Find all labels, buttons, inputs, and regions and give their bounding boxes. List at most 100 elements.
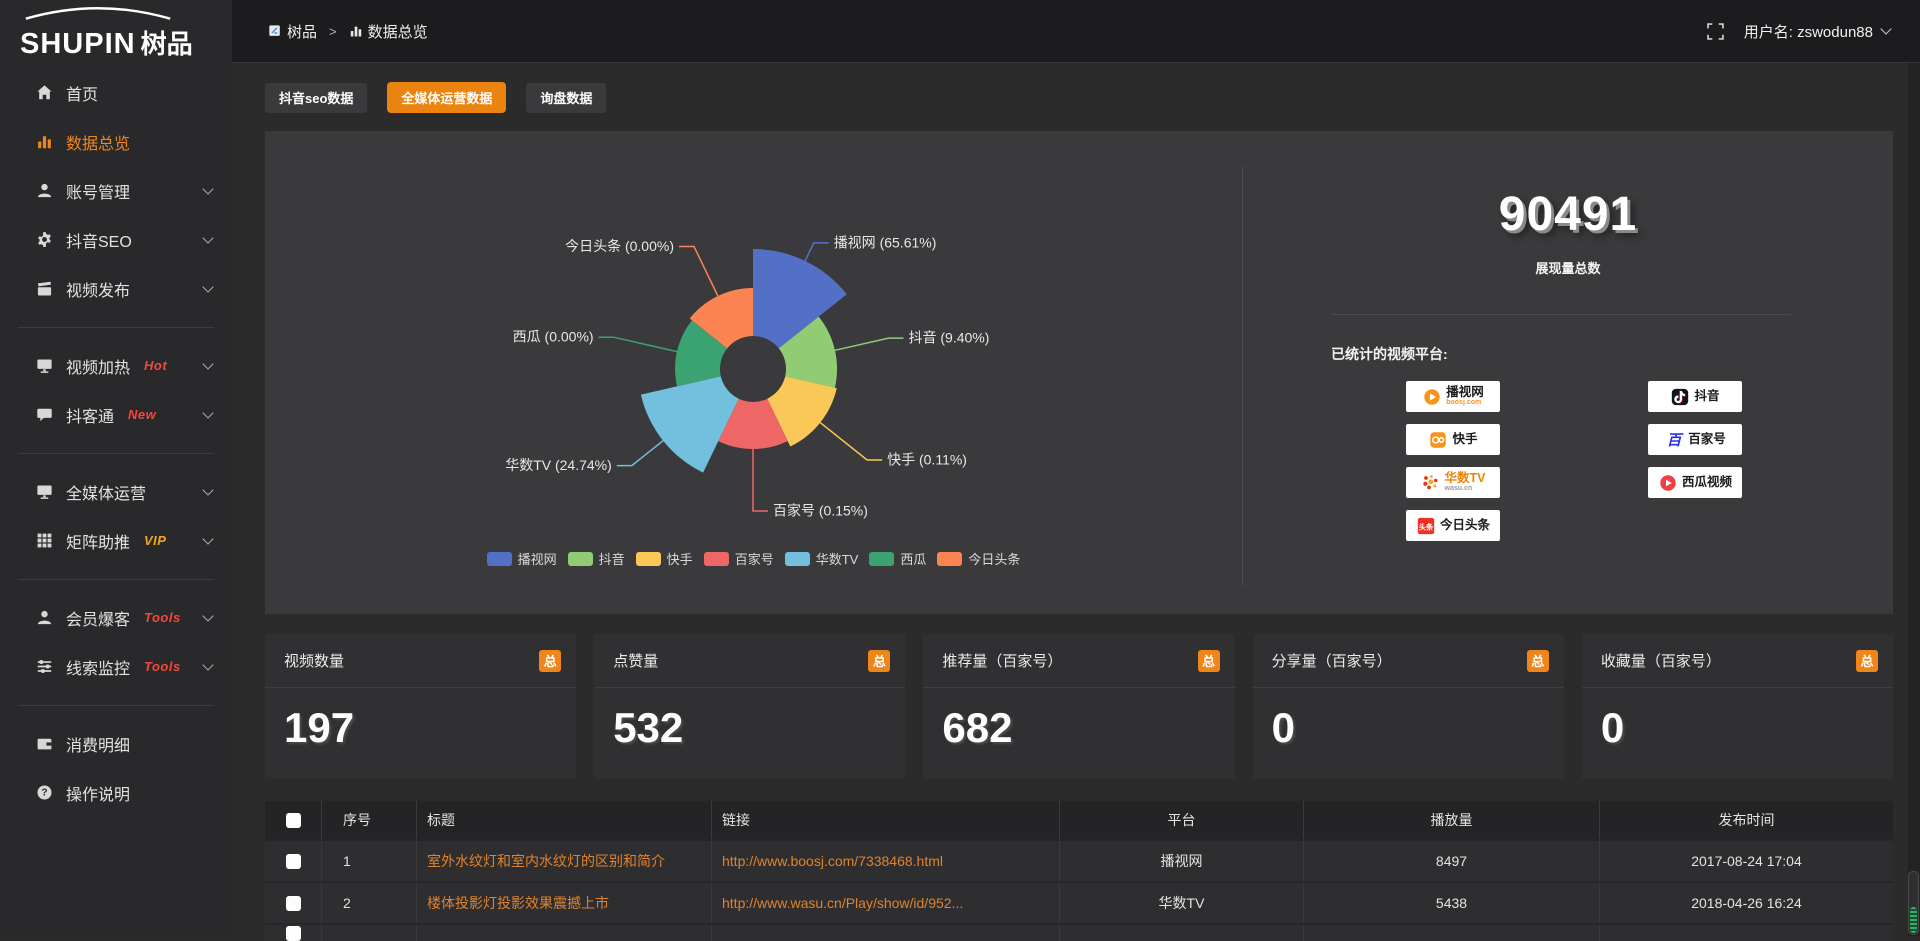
- chart-label: 西瓜 (0.00%): [513, 329, 594, 345]
- scrollbar-track[interactable]: [1908, 63, 1920, 936]
- stat-card-title: 分享量（百家号）: [1272, 650, 1392, 671]
- sidebar-item-badge: Tools: [144, 610, 181, 625]
- sidebar-item-2[interactable]: 数据总览: [0, 117, 232, 166]
- row-checkbox[interactable]: [286, 926, 301, 941]
- sidebar-item-9[interactable]: 矩阵助推 VIP: [0, 516, 232, 565]
- legend-item-快手[interactable]: 快手: [636, 549, 693, 568]
- row-cell: [1060, 925, 1304, 941]
- sidebar-item-7[interactable]: 抖客通New: [0, 390, 232, 439]
- username-label: 用户名: zswodun88: [1744, 21, 1873, 42]
- stat-card-title: 点赞量: [613, 650, 658, 671]
- sidebar-item-badge: New: [128, 407, 156, 422]
- table-header-row: 序号标题链接平台播放量发布时间: [265, 801, 1893, 841]
- sidebar-item-10[interactable]: 会员爆客Tools: [0, 593, 232, 642]
- logo-arc: [22, 6, 174, 20]
- total-badge[interactable]: 总: [868, 650, 890, 672]
- sidebar-divider: [0, 565, 232, 593]
- platform-sub: boosj.com: [1446, 399, 1481, 406]
- sidebar-item-label: 操作说明: [66, 781, 130, 805]
- legend-item-今日头条[interactable]: 今日头条: [937, 549, 1020, 568]
- sidebar: SHUPIN树品 首页数据总览账号管理抖音SEO视频发布视频加热Hot抖客通Ne…: [0, 0, 232, 936]
- sidebar-item-13[interactable]: ?操作说明: [0, 768, 232, 817]
- row-checkbox-cell: [265, 841, 322, 881]
- scrollbar-thumb[interactable]: [1908, 871, 1919, 935]
- breadcrumb-item-2[interactable]: 数据总览: [349, 21, 428, 42]
- breadcrumb-item-1[interactable]: 树品: [268, 21, 317, 42]
- legend-item-播视网[interactable]: 播视网: [487, 549, 557, 568]
- legend-item-百家号[interactable]: 百家号: [704, 549, 774, 568]
- chart-label-line: [820, 423, 882, 460]
- sidebar-item-5[interactable]: 视频发布: [0, 264, 232, 313]
- baijiahao-logo: 百: [1664, 430, 1684, 450]
- fullscreen-icon[interactable]: [1707, 23, 1724, 40]
- legend-item-华数TV[interactable]: 华数TV: [785, 549, 859, 568]
- sidebar-divider: [0, 691, 232, 719]
- legend-swatch: [785, 552, 810, 566]
- logo-suffix: 树品: [141, 29, 193, 59]
- table-header-cell: 链接: [712, 801, 1060, 839]
- chevron-down-icon: [202, 610, 213, 621]
- row-link[interactable]: http://www.wasu.cn/Play/show/id/952...: [712, 883, 1060, 923]
- sidebar-item-6[interactable]: 视频加热Hot: [0, 341, 232, 390]
- platform-badges-col-1: 播视网boosj.com快手华数TVwasu.cn头条今日头条: [1406, 381, 1500, 541]
- platform-name: 抖音: [1694, 390, 1719, 403]
- overview-panel: 播视网 (65.61%)抖音 (9.40%)快手 (0.11%)百家号 (0.1…: [265, 131, 1893, 614]
- row-checkbox[interactable]: [286, 896, 301, 911]
- row-title[interactable]: 室外水纹灯和室内水纹灯的区别和简介: [417, 841, 712, 881]
- total-badge[interactable]: 总: [1856, 650, 1878, 672]
- row-link[interactable]: http://www.boosj.com/7338468.html: [712, 841, 1060, 881]
- platform-name: 百家号: [1688, 433, 1726, 446]
- row-cell: [265, 925, 322, 941]
- chevron-down-icon: [1880, 23, 1891, 34]
- kuaishou-logo: [1428, 430, 1448, 450]
- legend-item-西瓜[interactable]: 西瓜: [869, 549, 926, 568]
- douyin-logo: [1670, 387, 1690, 407]
- sidebar-item-4[interactable]: 抖音SEO: [0, 215, 232, 264]
- table-row-1: 1室外水纹灯和室内水纹灯的区别和简介http://www.boosj.com/7…: [265, 841, 1893, 883]
- total-impressions-label: 展现量总数: [1243, 258, 1893, 277]
- edit-square-icon: [268, 24, 282, 38]
- sidebar-item-badge: VIP: [144, 533, 166, 548]
- legend-label: 抖音: [599, 549, 625, 568]
- stat-card-header: 推荐量（百家号） 总: [923, 634, 1234, 688]
- sidebar-item-12[interactable]: 消费明细: [0, 719, 232, 768]
- chart-slice-华数TV[interactable]: [641, 376, 739, 472]
- table-header-cell: 平台: [1060, 801, 1304, 839]
- sidebar-item-label: 矩阵助推: [66, 529, 130, 553]
- row-cell: [1304, 925, 1600, 941]
- select-all-checkbox[interactable]: [286, 813, 301, 828]
- rose-chart: 播视网 (65.61%)抖音 (9.40%)快手 (0.11%)百家号 (0.1…: [265, 131, 1242, 614]
- tab-2[interactable]: 全媒体运营数据: [387, 82, 506, 113]
- stat-card-header: 分享量（百家号） 总: [1253, 634, 1564, 688]
- sidebar-menu: 首页数据总览账号管理抖音SEO视频发布视频加热Hot抖客通New全媒体运营矩阵助…: [0, 68, 232, 817]
- breadcrumb-label: 数据总览: [368, 21, 428, 42]
- chevron-down-icon: [202, 533, 213, 544]
- platform-name: 华数TV: [1445, 472, 1486, 485]
- row-time: 2017-08-24 17:04: [1600, 841, 1893, 881]
- tab-3[interactable]: 询盘数据: [526, 83, 606, 113]
- sidebar-item-label: 视频加热: [66, 354, 130, 378]
- sidebar-item-1[interactable]: 首页: [0, 68, 232, 117]
- sidebar-item-8[interactable]: 全媒体运营: [0, 467, 232, 516]
- chevron-down-icon: [202, 407, 213, 418]
- sidebar-item-label: 抖音SEO: [66, 228, 132, 252]
- stat-card-title: 收藏量（百家号）: [1601, 650, 1721, 671]
- sidebar-item-3[interactable]: 账号管理: [0, 166, 232, 215]
- row-checkbox[interactable]: [286, 854, 301, 869]
- stat-card-value: 532: [594, 688, 905, 752]
- chart-label-line: [679, 247, 718, 297]
- user-menu[interactable]: 用户名: zswodun88: [1744, 21, 1890, 42]
- stat-card-title: 推荐量（百家号）: [942, 650, 1062, 671]
- total-badge[interactable]: 总: [539, 650, 561, 672]
- platform-badges-col-2: 抖音百百家号西瓜视频: [1648, 381, 1742, 498]
- legend-label: 播视网: [518, 549, 557, 568]
- legend-swatch: [937, 552, 962, 566]
- total-badge[interactable]: 总: [1527, 650, 1549, 672]
- row-title[interactable]: 楼体投影灯投影效果震撼上市: [417, 883, 712, 923]
- tab-1[interactable]: 抖音seo数据: [265, 83, 367, 113]
- xigua-logo: [1658, 473, 1678, 493]
- sidebar-item-11[interactable]: 线索监控Tools: [0, 642, 232, 691]
- total-badge[interactable]: 总: [1198, 650, 1220, 672]
- platforms-label: 已统计的视频平台:: [1331, 344, 1448, 364]
- legend-item-抖音[interactable]: 抖音: [568, 549, 625, 568]
